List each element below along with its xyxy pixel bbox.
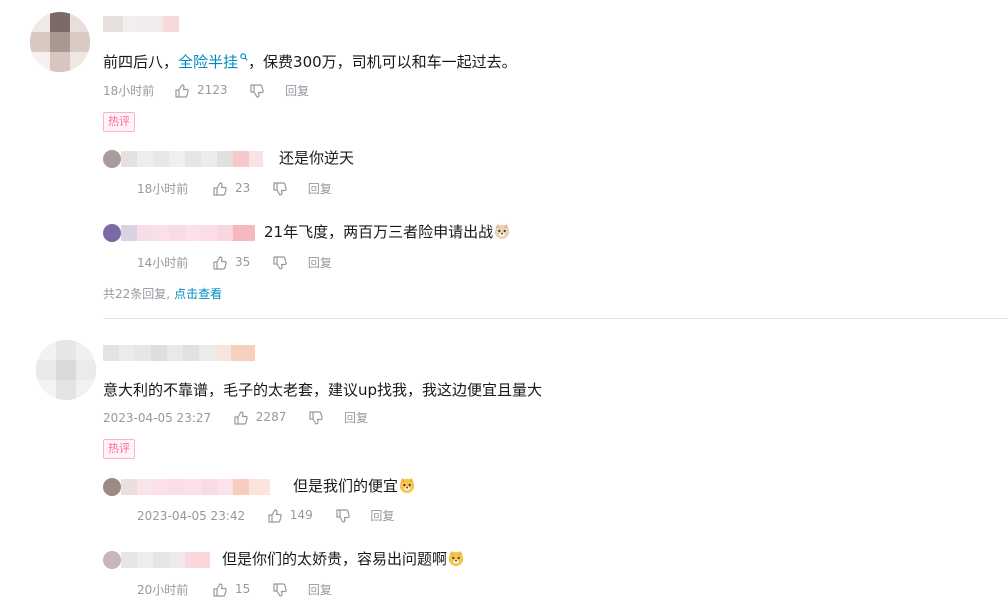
thumbs-down-icon [250,84,265,98]
like-count: 23 [234,181,251,196]
dislike-button[interactable] [272,254,288,271]
reply-avatar[interactable] [103,551,121,569]
reply-username-blurred[interactable] [121,552,210,568]
reply-meta: 2023-04-05 23:42 149 回复 [137,507,394,524]
reply-username-blurred[interactable] [121,225,255,241]
reply-time: 20小时前 [137,582,189,597]
thumbs-up-icon [213,182,227,196]
keyword-link[interactable]: 全险半挂 [178,53,248,71]
comment-time: 2023-04-05 23:27 [103,410,212,425]
reply-meta: 18小时前 23 回复 [137,180,332,197]
thumbs-up-icon [213,583,227,597]
username-blurred[interactable] [103,345,255,361]
like-count: 2287 [255,410,287,425]
thumbs-down-icon [273,583,287,597]
hot-comment-badge: 热评 [103,112,135,132]
reply-content: 还是你逆天 [279,149,355,167]
dislike-button[interactable] [272,180,288,197]
dislike-button[interactable] [308,409,324,426]
comment-meta: 2023-04-05 23:27 2287 回复 [103,409,368,426]
comment-divider [103,318,1008,319]
like-count: 35 [234,255,251,270]
avatar[interactable] [30,12,90,72]
view-more-link[interactable]: 点击查看 [174,287,222,301]
comment-content: 前四后八，全险半挂 ，保费300万，司机可以和车一起过去。 [103,53,517,71]
comment-content: 意大利的不靠谱，毛子的太老套，建议up找我，我这边便宜且量大 [103,381,543,399]
reply-content: 21年飞度，两百万三者险申请出战 [264,222,511,242]
reply-time: 14小时前 [137,255,189,270]
thumbs-down-icon [309,411,323,425]
reply-button[interactable]: 回复 [344,410,368,426]
thumbs-down-icon [273,256,287,270]
reply-username-blurred[interactable] [121,479,286,495]
reply-avatar[interactable] [103,478,121,496]
dislike-button[interactable] [335,507,351,524]
doge-emoji-icon [448,550,464,567]
reply-time: 2023-04-05 23:42 [137,508,246,523]
comment-meta: 18小时前 2123 回复 [103,82,309,99]
reply-username-blurred[interactable] [121,151,263,167]
reply-meta: 20小时前 15 回复 [137,581,332,598]
like-count: 2123 [196,83,228,98]
like-count: 15 [234,582,251,597]
reply-button[interactable]: 回复 [308,255,332,271]
thumbs-up-icon [175,84,189,98]
thumbs-up-icon [268,509,282,523]
doge-emoji-icon [399,477,415,494]
like-button[interactable]: 2123 [174,82,227,99]
reply-content: 但是你们的太娇贵，容易出问题啊 [222,549,465,569]
like-count: 149 [289,508,313,523]
like-button[interactable]: 23 [212,180,250,197]
like-button[interactable]: 35 [212,254,250,271]
reply-button[interactable]: 回复 [285,83,309,99]
like-button[interactable]: 149 [267,507,313,524]
thumbs-down-icon [273,182,287,196]
reply-button[interactable]: 回复 [308,582,332,598]
reply-meta: 14小时前 35 回复 [137,254,332,271]
view-more-replies: 共22条回复, 点击查看 [103,285,222,302]
reply-button[interactable]: 回复 [370,508,394,524]
thumbs-down-icon [335,509,350,523]
reply-content: 但是我们的便宜 [293,476,416,496]
like-button[interactable]: 2287 [233,409,286,426]
comment-time: 18小时前 [103,83,155,98]
thumbs-up-icon [234,411,248,425]
hot-comment-badge: 热评 [103,439,135,459]
search-icon [240,53,248,61]
reply-button[interactable]: 回复 [308,181,332,197]
avatar[interactable] [36,340,96,400]
reply-count-text: 共22条回复, [103,287,171,301]
dislike-button[interactable] [272,581,288,598]
doge-emoji-icon [494,223,510,240]
reply-time: 18小时前 [137,181,189,196]
reply-avatar[interactable] [103,224,121,242]
dislike-button[interactable] [249,82,265,99]
like-button[interactable]: 15 [212,581,250,598]
thumbs-up-icon [213,256,227,270]
reply-avatar[interactable] [103,150,121,168]
username-blurred[interactable] [103,16,179,32]
